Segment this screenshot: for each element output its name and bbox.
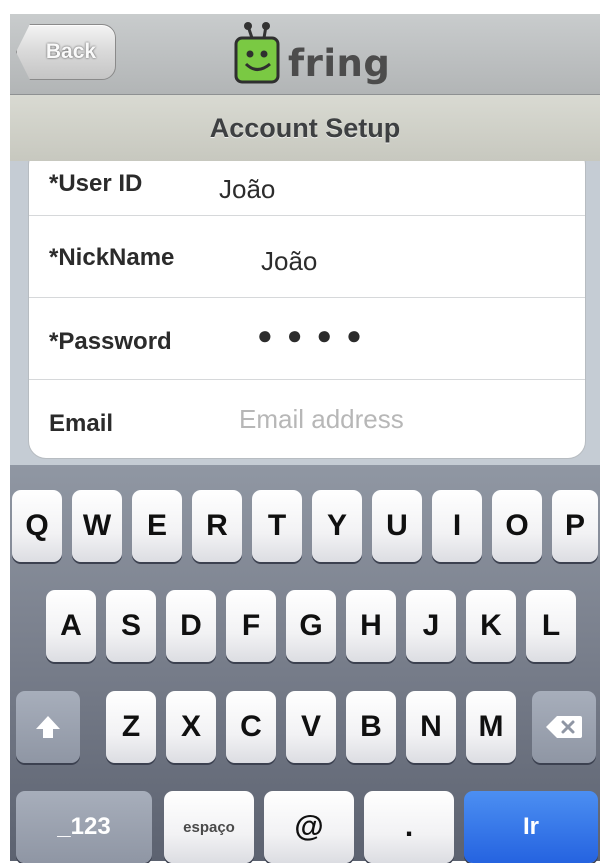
- key-c[interactable]: C: [226, 691, 276, 763]
- go-key[interactable]: Ir: [464, 791, 598, 863]
- account-form: *User ID João *NickName João *Password ●…: [28, 161, 586, 459]
- key-n[interactable]: N: [406, 691, 456, 763]
- key-j[interactable]: J: [406, 590, 456, 662]
- email-label: Email: [49, 410, 114, 437]
- key-e[interactable]: E: [132, 490, 182, 562]
- on-screen-keyboard: Q W E R T Y U I O P A S D F G H J K L Z …: [10, 465, 600, 863]
- key-w[interactable]: W: [72, 490, 122, 562]
- fring-logo: fring: [230, 20, 400, 90]
- key-p[interactable]: P: [552, 490, 598, 562]
- key-x[interactable]: X: [166, 691, 216, 763]
- numbers-key[interactable]: _123: [16, 791, 152, 863]
- password-row[interactable]: *Password ●●●●: [29, 298, 585, 380]
- key-o[interactable]: O: [492, 490, 542, 562]
- navigation-bar: Back fring: [10, 14, 600, 95]
- shift-key[interactable]: [16, 691, 80, 763]
- key-q[interactable]: Q: [12, 490, 62, 562]
- at-key[interactable]: @: [264, 791, 354, 863]
- password-field[interactable]: ●●●●: [257, 320, 376, 351]
- space-key[interactable]: espaço: [164, 791, 254, 863]
- user-id-label: *User ID: [49, 170, 143, 197]
- logo-wordmark: fring: [288, 42, 391, 85]
- form-area: *User ID João *NickName João *Password ●…: [10, 161, 600, 465]
- key-f[interactable]: F: [226, 590, 276, 662]
- nickname-label: *NickName: [49, 244, 175, 271]
- key-d[interactable]: D: [166, 590, 216, 662]
- key-g[interactable]: G: [286, 590, 336, 662]
- user-id-field[interactable]: João: [219, 174, 275, 205]
- key-a[interactable]: A: [46, 590, 96, 662]
- email-row[interactable]: Email Email address: [29, 380, 585, 462]
- key-s[interactable]: S: [106, 590, 156, 662]
- key-u[interactable]: U: [372, 490, 422, 562]
- back-button-label: Back: [45, 40, 97, 63]
- key-l[interactable]: L: [526, 590, 576, 662]
- backspace-icon: [546, 716, 582, 738]
- key-b[interactable]: B: [346, 691, 396, 763]
- key-y[interactable]: Y: [312, 490, 362, 562]
- key-t[interactable]: T: [252, 490, 302, 562]
- user-id-row[interactable]: *User ID João: [29, 161, 585, 216]
- backspace-key[interactable]: [532, 691, 596, 763]
- dot-key[interactable]: .: [364, 791, 454, 863]
- shift-arrow-icon: [36, 716, 60, 738]
- key-r[interactable]: R: [192, 490, 242, 562]
- key-h[interactable]: H: [346, 590, 396, 662]
- password-label: *Password: [49, 328, 172, 355]
- back-button[interactable]: Back: [16, 24, 116, 80]
- nickname-row[interactable]: *NickName João: [29, 216, 585, 298]
- nickname-field[interactable]: João: [261, 246, 317, 277]
- key-i[interactable]: I: [432, 490, 482, 562]
- key-v[interactable]: V: [286, 691, 336, 763]
- fring-mascot-icon: [234, 22, 280, 84]
- page-title: Account Setup: [10, 95, 600, 161]
- key-z[interactable]: Z: [106, 691, 156, 763]
- email-field[interactable]: Email address: [239, 404, 404, 435]
- key-k[interactable]: K: [466, 590, 516, 662]
- key-m[interactable]: M: [466, 691, 516, 763]
